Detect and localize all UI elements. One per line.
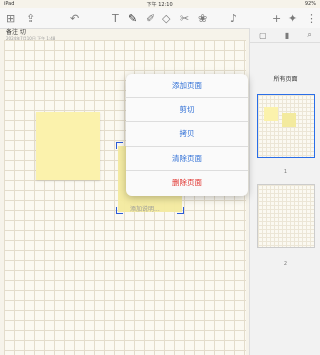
page-thumbnail-2[interactable] [257,184,315,248]
page-number: 2 [283,261,288,267]
copy-menu-item[interactable]: 拷贝 [126,122,248,147]
image-icon[interactable]: ❀ [198,11,207,25]
page-number: 1 [283,169,288,175]
status-bar: iPad 下午 12:10 92% [0,0,320,8]
undo-icon[interactable]: ↶ [70,11,79,25]
document-title: 备注 切 [6,29,26,36]
sticky-note[interactable] [36,112,100,180]
clear-page-menu-item[interactable]: 清除页面 [126,147,248,171]
context-menu: 添加页面 剪切 拷贝 清除页面 删除页面 [126,74,248,196]
battery: 92% [304,1,316,7]
text-tool-icon[interactable]: T [112,11,119,25]
highlighter-icon[interactable]: ✐ [146,11,155,25]
sidebar-title: 所有页面 [273,76,298,83]
grid-icon[interactable]: ⊞ [6,11,15,25]
pages-sidebar: ▢ ▮ ⌕ 所有页面 1 2 [249,28,320,355]
toolbar: ⊞ ⇪ ↶ T ✎ ✐ ◇ ✂ ❀ ♪ + ✦ ⋮ [0,8,320,29]
more-icon[interactable]: ⋮ [306,11,317,25]
search-tab-icon[interactable]: ⌕ [307,30,311,40]
page-thumbnail-1[interactable] [257,94,315,158]
add-caption[interactable]: 添加说明... [130,204,160,213]
pen-icon[interactable]: ✎ [128,11,137,25]
pages-tab-icon[interactable]: ▢ [259,31,267,40]
share-icon[interactable]: ⇪ [26,11,35,25]
add-page-menu-item[interactable]: 添加页面 [126,74,248,99]
delete-page-menu-item[interactable]: 删除页面 [126,171,248,195]
eraser-icon[interactable]: ◇ [162,11,170,25]
lasso-icon[interactable]: ✂ [180,11,189,25]
device-label: iPad [4,1,15,7]
add-icon[interactable]: + [272,11,281,25]
wrench-icon[interactable]: ✦ [288,11,297,25]
bookmark-tab-icon[interactable]: ▮ [285,31,289,40]
sidebar-tabs: ▢ ▮ ⌕ [250,28,320,43]
mic-icon[interactable]: ♪ [230,11,237,25]
cut-menu-item[interactable]: 剪切 [126,98,248,123]
clock: 下午 12:10 [146,1,173,8]
